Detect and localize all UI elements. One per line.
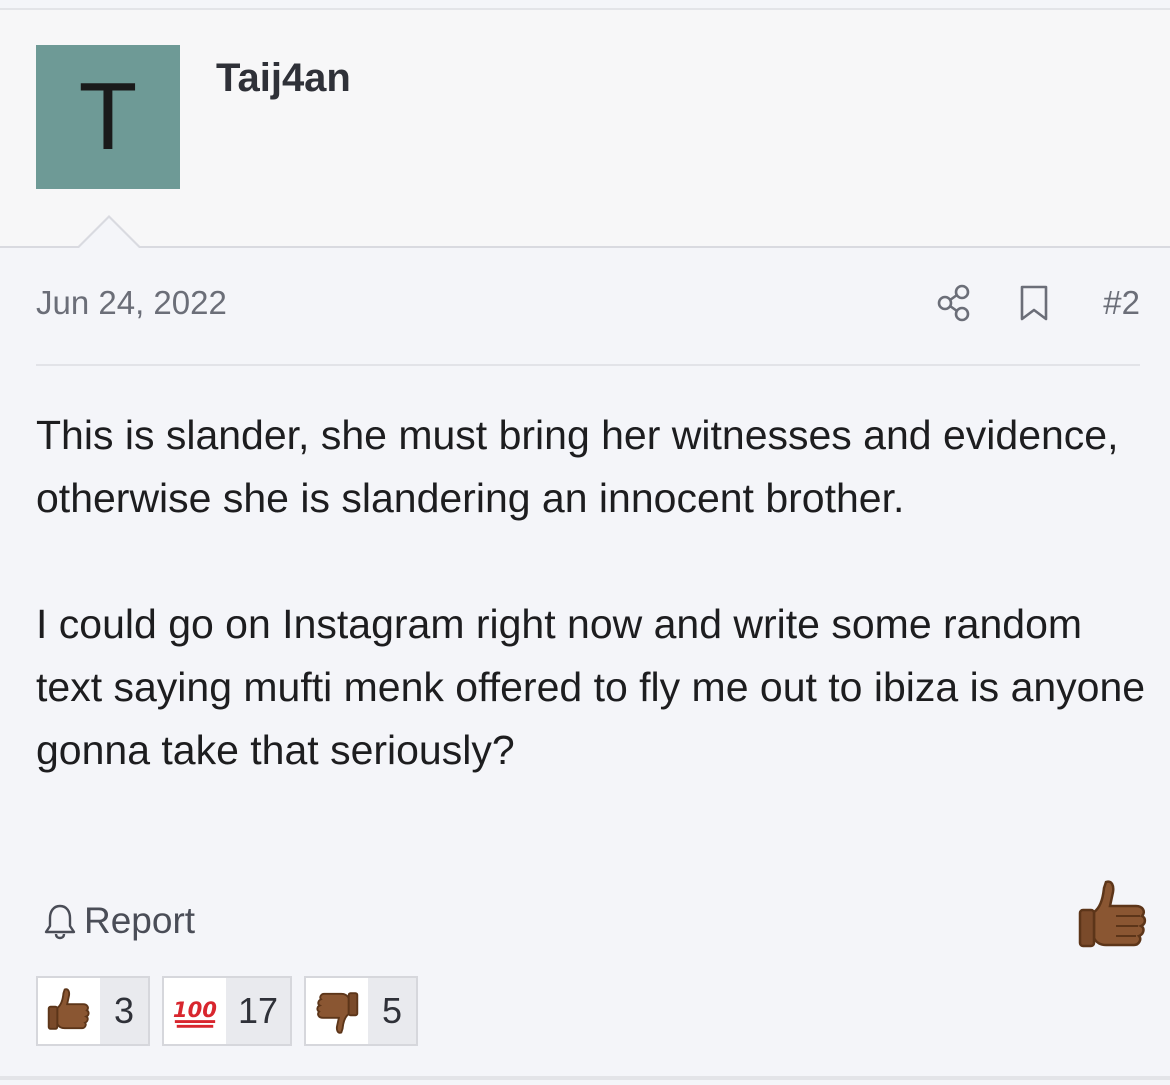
avatar-initial: T [78, 63, 138, 170]
author-divider [0, 246, 1170, 248]
reaction-hundred[interactable]: 100 17 [162, 976, 293, 1046]
report-button[interactable]: Report [42, 898, 195, 944]
post-paragraph: I could go on Instagram right now and wr… [36, 601, 1146, 773]
svg-text:100: 100 [173, 997, 217, 1022]
reaction-dislike[interactable]: 5 [304, 976, 419, 1046]
post-date[interactable]: Jun 24, 2022 [36, 284, 227, 322]
post-paragraph: This is slander, she must bring her witn… [36, 412, 1119, 521]
reactions-bar: 3 100 17 5 [36, 976, 430, 1046]
post-body: This is slander, she must bring her witn… [36, 404, 1146, 782]
thumbs-up-icon[interactable] [1076, 878, 1150, 956]
thumbs-up-icon [47, 988, 90, 1030]
author-pointer-fill [78, 218, 140, 249]
bell-icon [44, 904, 76, 940]
reaction-count: 17 [226, 978, 291, 1044]
meta-divider [36, 364, 1140, 366]
hundred-points-icon: 100 [173, 997, 217, 1028]
username-link[interactable]: Taij4an [216, 56, 351, 101]
avatar[interactable]: T [36, 45, 180, 189]
reaction-count: 5 [368, 978, 417, 1044]
report-label: Report [84, 900, 196, 941]
reaction-like[interactable]: 3 [36, 976, 150, 1046]
bottom-divider [0, 1076, 1170, 1080]
bookmark-icon[interactable] [1018, 284, 1050, 322]
reaction-count: 3 [100, 978, 148, 1044]
thumbs-down-icon [316, 992, 359, 1034]
share-icon[interactable] [936, 284, 972, 322]
post-number-link[interactable]: #2 [1094, 284, 1140, 322]
